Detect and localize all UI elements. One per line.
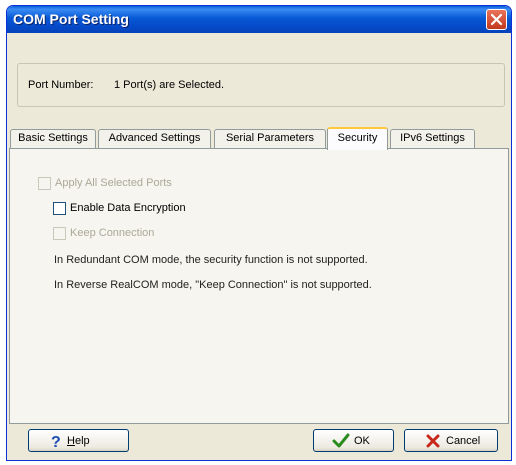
apply-all-selected-ports-checkbox[interactable] xyxy=(38,177,51,190)
enable-data-encryption-label: Enable Data Encryption xyxy=(70,202,186,214)
x-cross-icon xyxy=(426,434,440,448)
keep-connection-label: Keep Connection xyxy=(70,227,155,239)
com-port-setting-dialog: COM Port Setting Port Number: 1 Port(s) … xyxy=(6,5,512,461)
port-number-value: 1 Port(s) are Selected. xyxy=(114,79,225,91)
tab-security[interactable]: Security xyxy=(327,127,388,150)
port-number-label: Port Number: xyxy=(28,79,94,91)
ok-button-label: OK xyxy=(354,435,370,447)
apply-all-selected-ports-label: Apply All Selected Ports xyxy=(55,177,172,189)
close-icon xyxy=(490,13,503,26)
checkmark-icon xyxy=(332,433,350,448)
tab-strip: Basic Settings Advanced Settings Serial … xyxy=(7,127,511,150)
ok-button[interactable]: OK xyxy=(313,429,394,452)
cancel-button-label: Cancel xyxy=(446,435,481,447)
cancel-button[interactable]: Cancel xyxy=(404,429,498,452)
close-button[interactable] xyxy=(486,9,507,30)
title-bar[interactable]: COM Port Setting xyxy=(7,6,511,33)
security-panel: Apply All Selected Ports Enable Data Enc… xyxy=(9,148,509,424)
tab-ipv6-settings[interactable]: IPv6 Settings xyxy=(390,129,475,148)
help-button[interactable]: ? Help xyxy=(28,429,129,452)
tab-serial-parameters[interactable]: Serial Parameters xyxy=(214,129,326,148)
enable-data-encryption-checkbox[interactable] xyxy=(53,202,66,215)
redundant-com-note: In Redundant COM mode, the security func… xyxy=(54,254,368,266)
reverse-realcom-note: In Reverse RealCOM mode, "Keep Connectio… xyxy=(54,279,372,291)
window-title: COM Port Setting xyxy=(13,11,129,27)
help-button-label: Help xyxy=(67,435,90,447)
tab-advanced-settings[interactable]: Advanced Settings xyxy=(98,129,211,148)
port-number-box: Port Number: 1 Port(s) are Selected. xyxy=(17,63,505,107)
question-mark-icon: ? xyxy=(51,434,61,449)
keep-connection-checkbox[interactable] xyxy=(53,227,66,240)
tab-basic-settings[interactable]: Basic Settings xyxy=(10,129,96,148)
svg-text:?: ? xyxy=(51,434,61,449)
